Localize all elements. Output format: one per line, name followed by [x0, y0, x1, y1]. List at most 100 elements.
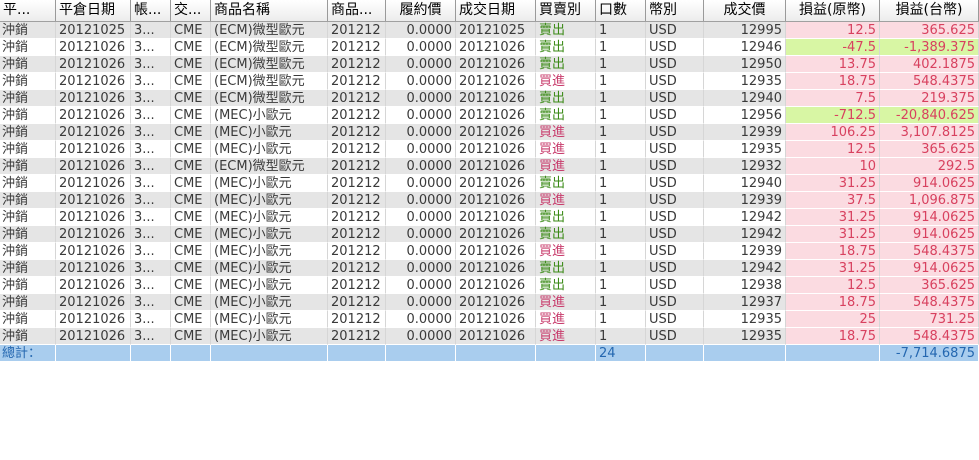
table-row[interactable]: 沖銷 20121026 3... CME (MEC)小歐元 201212 0.0000 201…	[0, 192, 979, 209]
cell-lots: 1	[596, 124, 646, 141]
cell-pnl-original: 18.75	[786, 73, 880, 90]
cell-close-type: 沖銷	[0, 141, 56, 158]
cell-product-name: (ECM)微型歐元	[211, 56, 328, 73]
column-header-strike-price[interactable]: 履約價	[386, 0, 456, 21]
cell-exchange: CME	[171, 124, 211, 141]
table-row[interactable]: 沖銷 20121026 3... CME (MEC)小歐元 201212 0.0000 201…	[0, 226, 979, 243]
cell-product-month: 201212	[328, 107, 386, 124]
cell-lots: 1	[596, 226, 646, 243]
cell-close-date: 20121025	[56, 22, 131, 39]
cell-strike-price: 0.0000	[386, 175, 456, 192]
table-row[interactable]: 沖銷 20121026 3... CME (MEC)小歐元 201212 0.0000 201…	[0, 277, 979, 294]
grid-header: 平... 平倉日期 帳... 交... 商品名稱 商品... 履約價 成交日期 買賣別 口數 幣別成…	[0, 0, 979, 22]
cell-pnl-twd: 914.0625	[880, 226, 979, 243]
column-header-close-type[interactable]: 平...	[0, 0, 56, 21]
cell-exchange: CME	[171, 226, 211, 243]
cell-product-month: 201212	[328, 243, 386, 260]
table-row[interactable]: 沖銷 20121026 3... CME (ECM)微型歐元 201212 0.0000 20…	[0, 158, 979, 175]
cell-exchange: CME	[171, 328, 211, 345]
column-header-exchange[interactable]: 交...	[171, 0, 211, 21]
cell-exchange: CME	[171, 107, 211, 124]
table-row[interactable]: 沖銷 20121026 3... CME (MEC)小歐元 201212 0.0000 201…	[0, 141, 979, 158]
cell-pnl-original: 31.25	[786, 260, 880, 277]
table-row[interactable]: 沖銷 20121026 3... CME (MEC)小歐元 201212 0.0000 201…	[0, 175, 979, 192]
cell-close-type: 沖銷	[0, 22, 56, 39]
table-row[interactable]: 沖銷 20121026 3... CME (MEC)小歐元 201212 0.0000 201…	[0, 243, 979, 260]
table-row[interactable]: 沖銷 20121026 3... CME (ECM)微型歐元 201212 0.0000 20…	[0, 39, 979, 56]
cell-trade-price: 12946	[704, 39, 786, 56]
cell-product-name: (MEC)小歐元	[211, 226, 328, 243]
column-header-product-month[interactable]: 商品...	[328, 0, 386, 21]
column-header-close-date[interactable]: 平倉日期	[56, 0, 131, 21]
table-row[interactable]: 沖銷 20121026 3... CME (MEC)小歐元 201212 0.0000 201…	[0, 124, 979, 141]
cell-currency: USD	[646, 141, 704, 158]
table-row[interactable]: 沖銷 20121026 3... CME (MEC)小歐元 201212 0.0000 201…	[0, 311, 979, 328]
cell-close-type: 沖銷	[0, 39, 56, 56]
cell-trade-price: 12935	[704, 73, 786, 90]
column-header-product-name[interactable]: 商品名稱	[211, 0, 328, 21]
cell-exchange: CME	[171, 175, 211, 192]
cell-pnl-twd: 914.0625	[880, 209, 979, 226]
table-row[interactable]: 沖銷 20121026 3... CME (ECM)微型歐元 201212 0.0000 20…	[0, 56, 979, 73]
cell-currency: USD	[646, 192, 704, 209]
cell-pnl-original: 12.5	[786, 277, 880, 294]
cell-strike-price: 0.0000	[386, 90, 456, 107]
table-row[interactable]: 沖銷 20121026 3... CME (ECM)微型歐元 201212 0.0000 20…	[0, 73, 979, 90]
cell-pnl-twd: 731.25	[880, 311, 979, 328]
cell-trade-price: 12942	[704, 226, 786, 243]
column-header-side[interactable]: 買賣別	[536, 0, 596, 21]
cell-trade-date: 20121026	[456, 260, 536, 277]
cell-close-date: 20121026	[56, 158, 131, 175]
column-header-currency[interactable]: 幣別	[646, 0, 704, 21]
column-header-account[interactable]: 帳...	[131, 0, 171, 21]
column-header-pnl-twd[interactable]: 損益(台幣)	[880, 0, 979, 21]
table-row[interactable]: 沖銷 20121026 3... CME (MEC)小歐元 201212 0.0000 201…	[0, 294, 979, 311]
cell-strike-price: 0.0000	[386, 226, 456, 243]
cell-currency: USD	[646, 226, 704, 243]
cell-trade-date: 20121026	[456, 107, 536, 124]
cell-product-month: 201212	[328, 39, 386, 56]
cell-lots: 1	[596, 192, 646, 209]
table-row[interactable]: 沖銷 20121026 3... CME (MEC)小歐元 201212 0.0000 201…	[0, 328, 979, 345]
column-header-trade-date[interactable]: 成交日期	[456, 0, 536, 21]
cell-currency: USD	[646, 158, 704, 175]
cell-lots: 1	[596, 39, 646, 56]
cell-side: 買進	[536, 124, 596, 141]
cell-close-type: 沖銷	[0, 56, 56, 73]
cell-product-month: 201212	[328, 294, 386, 311]
cell-exchange: CME	[171, 294, 211, 311]
cell-lots: 1	[596, 209, 646, 226]
cell-pnl-original: 37.5	[786, 192, 880, 209]
cell-trade-date: 20121026	[456, 90, 536, 107]
cell-currency: USD	[646, 175, 704, 192]
column-header-pnl-original[interactable]: 損益(原幣)	[786, 0, 880, 21]
cell-account: 3...	[131, 158, 171, 175]
cell-exchange: CME	[171, 260, 211, 277]
table-row[interactable]: 沖銷 20121026 3... CME (ECM)微型歐元 201212 0.0000 20…	[0, 90, 979, 107]
cell-strike-price: 0.0000	[386, 311, 456, 328]
cell-pnl-original: 13.75	[786, 56, 880, 73]
cell-strike-price: 0.0000	[386, 192, 456, 209]
cell-trade-price: 12940	[704, 90, 786, 107]
table-row[interactable]: 沖銷 20121025 3... CME (ECM)微型歐元 201212 0.0000 20…	[0, 22, 979, 39]
column-header-lots[interactable]: 口數	[596, 0, 646, 21]
cell-lots: 1	[596, 73, 646, 90]
cell-trade-date: 20121026	[456, 141, 536, 158]
cell-lots: 1	[596, 243, 646, 260]
cell-account: 3...	[131, 73, 171, 90]
cell-side: 買進	[536, 243, 596, 260]
cell-pnl-original: 12.5	[786, 141, 880, 158]
cell-close-date: 20121026	[56, 277, 131, 294]
cell-strike-price: 0.0000	[386, 158, 456, 175]
cell-strike-price: 0.0000	[386, 39, 456, 56]
cell-side: 賣出	[536, 209, 596, 226]
cell-trade-date: 20121026	[456, 39, 536, 56]
cell-product-name: (ECM)微型歐元	[211, 39, 328, 56]
table-row[interactable]: 沖銷 20121026 3... CME (MEC)小歐元 201212 0.0000 201…	[0, 107, 979, 124]
cell-pnl-original: 31.25	[786, 226, 880, 243]
cell-currency: USD	[646, 22, 704, 39]
table-row[interactable]: 沖銷 20121026 3... CME (MEC)小歐元 201212 0.0000 201…	[0, 209, 979, 226]
cell-lots: 1	[596, 141, 646, 158]
table-row[interactable]: 沖銷 20121026 3... CME (MEC)小歐元 201212 0.0000 201…	[0, 260, 979, 277]
column-header-trade-price[interactable]: 成交價	[704, 0, 786, 21]
